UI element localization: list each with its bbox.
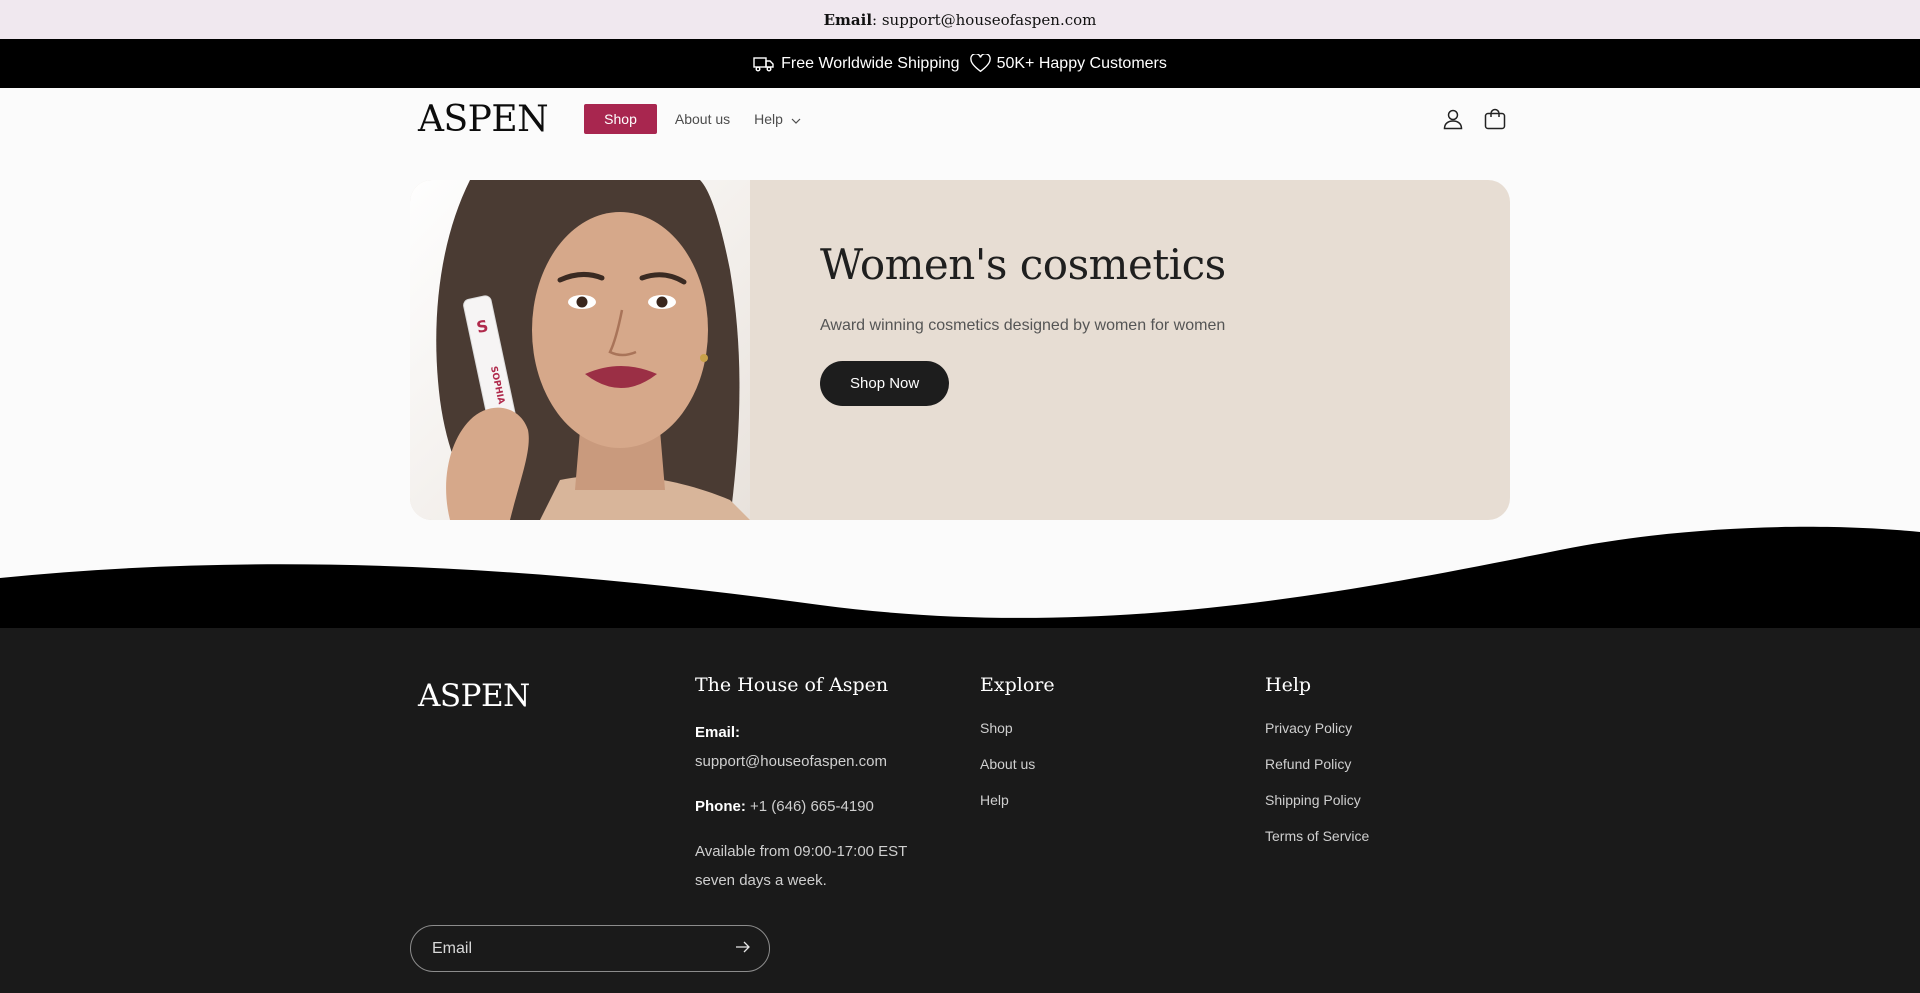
footer-link-shipping[interactable]: Shipping Policy [1265,790,1369,826]
newsletter-form [410,925,770,972]
announcement-email-label: Email [823,10,873,29]
site-footer: ASPEN The House of Aspen Email: support@… [0,628,1920,993]
chevron-down-icon [791,111,801,127]
footer-link-help[interactable]: Help [980,790,1055,826]
hero-model-image: S SOPHIA [410,180,750,520]
footer-help-column: Help Privacy Policy Refund Policy Shippi… [1265,674,1369,862]
announcement-bar: Email: support@houseofaspen.com [0,0,1920,39]
nav-help-dropdown[interactable]: Help [748,111,807,127]
nav-help-label: Help [754,111,783,127]
footer-email: Email: [695,718,907,747]
cart-icon[interactable] [1484,108,1506,130]
customers-item: 50K+ Happy Customers [969,54,1167,73]
hero-banner: S SOPHIA Women's cosmetics Award winning… [410,180,1510,520]
truck-icon [753,56,775,72]
heart-icon [969,54,991,73]
arrow-right-icon[interactable] [735,940,751,958]
footer-link-refund[interactable]: Refund Policy [1265,754,1369,790]
footer-hours-line2: seven days a week. [695,872,827,889]
shop-now-button[interactable]: Shop Now [820,361,950,406]
footer-phone-value[interactable]: +1 (646) 665-4190 [746,798,874,815]
footer-link-terms[interactable]: Terms of Service [1265,826,1369,862]
hero-content: Women's cosmetics Award winning cosmetic… [820,240,1226,406]
main-nav: Shop About us Help [584,104,807,134]
hero-title: Women's cosmetics [820,240,1226,289]
nav-shop-button[interactable]: Shop [584,104,657,134]
footer-email-label: Email: [695,724,741,741]
shipping-item: Free Worldwide Shipping [753,54,960,73]
header-actions [1442,108,1506,130]
footer-phone: Phone: +1 (646) 665-4190 [695,792,907,821]
hero-subtitle: Award winning cosmetics designed by wome… [820,317,1226,334]
footer-contact-heading: The House of Aspen [695,674,889,696]
shipping-text: Free Worldwide Shipping [781,54,960,72]
footer-contact-column: The House of Aspen Email: support@houseo… [695,674,907,895]
header-logo[interactable]: ASPEN [418,99,549,140]
site-header: ASPEN Shop About us Help [410,88,1510,150]
footer-hours-line1: Available from 09:00-17:00 EST [695,843,908,860]
newsletter-email-input[interactable] [432,939,712,958]
footer-logo[interactable]: ASPEN [418,678,530,714]
footer-link-about[interactable]: About us [980,754,1055,790]
customers-text: 50K+ Happy Customers [996,54,1167,72]
shipping-bar: Free Worldwide Shipping 50K+ Happy Custo… [0,39,1920,88]
nav-about-label: About us [674,111,731,127]
footer-link-shop[interactable]: Shop [980,718,1055,754]
wave-divider [0,526,1920,630]
footer-link-privacy[interactable]: Privacy Policy [1265,718,1369,754]
footer-phone-label: Phone: [695,798,746,815]
account-icon[interactable] [1442,108,1464,130]
nav-about-link[interactable]: About us [669,111,736,127]
footer-explore-heading: Explore [980,674,1055,696]
footer-email-value[interactable]: support@houseofaspen.com [695,747,907,776]
footer-help-heading: Help [1265,674,1312,696]
announcement-email-value[interactable]: support@houseofaspen.com [882,11,1097,29]
footer-explore-column: Explore Shop About us Help [980,674,1055,826]
